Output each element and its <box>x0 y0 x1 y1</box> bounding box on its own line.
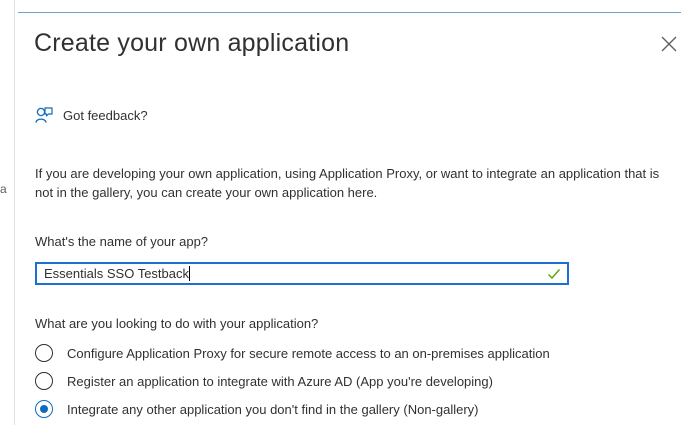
create-app-panel: Create your own application Got feedback… <box>18 13 681 425</box>
panel-title: Create your own application <box>34 29 350 57</box>
radio-option-label: Register an application to integrate wit… <box>67 373 493 389</box>
app-name-value-text: Essentials SSO Testback <box>44 266 189 281</box>
description-text: If you are developing your own applicati… <box>35 166 660 200</box>
app-name-input[interactable]: Essentials SSO Testback <box>35 262 569 285</box>
radio-button[interactable] <box>35 372 53 390</box>
create-app-page: a Create your own application Got feedba… <box>0 0 681 425</box>
text-caret <box>189 266 190 281</box>
checkmark-icon <box>548 269 561 280</box>
intent-question: What are you looking to do with your app… <box>35 316 319 331</box>
radio-option-label: Configure Application Proxy for secure r… <box>67 345 550 361</box>
radio-button-selected[interactable] <box>35 400 53 418</box>
background-divider <box>14 0 15 425</box>
radio-option-app-proxy[interactable]: Configure Application Proxy for secure r… <box>35 343 550 363</box>
radio-option-non-gallery[interactable]: Integrate any other application you don'… <box>35 399 479 419</box>
radio-option-label: Integrate any other application you don'… <box>67 401 479 417</box>
app-name-label: What's the name of your app? <box>35 234 209 249</box>
app-name-input-value: Essentials SSO Testback <box>44 266 190 282</box>
radio-button[interactable] <box>35 344 53 362</box>
feedback-link[interactable]: Got feedback? <box>35 104 148 126</box>
feedback-person-icon <box>35 107 53 123</box>
close-icon <box>661 36 677 52</box>
radio-option-register-app[interactable]: Register an application to integrate wit… <box>35 371 493 391</box>
background-text-fragment: a <box>0 182 7 196</box>
feedback-label: Got feedback? <box>63 107 148 123</box>
close-button[interactable] <box>658 33 680 55</box>
